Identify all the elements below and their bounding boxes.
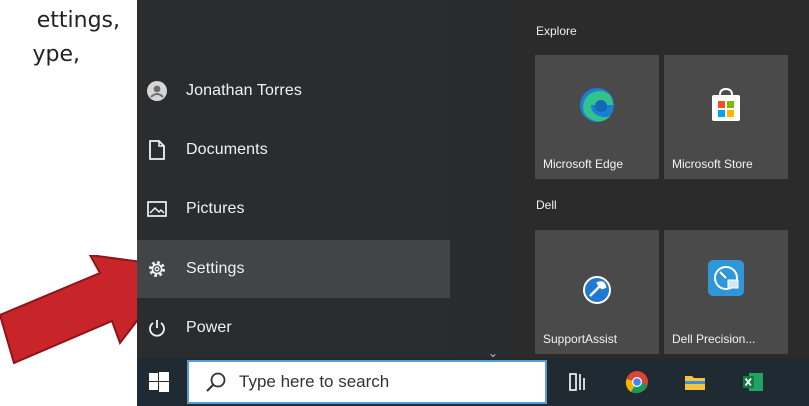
tile-label: Dell Precision... [672, 332, 756, 346]
menu-item-power[interactable]: Power [137, 299, 450, 357]
tile-dell-precision[interactable]: Dell Precision... [664, 230, 788, 354]
pictures-icon [146, 198, 168, 220]
menu-item-documents[interactable]: Documents [137, 121, 450, 179]
search-input[interactable] [237, 371, 541, 393]
user-avatar-icon [146, 80, 168, 102]
group-label-dell: Dell [536, 198, 557, 212]
start-menu: Jonathan Torres Documents Pictures Setti… [137, 0, 809, 406]
document-text: ettings, ype, [0, 0, 128, 72]
document-line-1: ettings, [36, 8, 120, 33]
windows-icon[interactable] [149, 372, 169, 392]
edge-icon [580, 88, 614, 122]
tile-label: Microsoft Store [672, 157, 753, 171]
menu-item-pictures[interactable]: Pictures [137, 180, 450, 238]
menu-item-label: Settings [186, 260, 245, 277]
start-left-pane: Jonathan Torres Documents Pictures Setti… [137, 0, 450, 358]
supportassist-icon [583, 276, 611, 304]
user-name: Jonathan Torres [186, 82, 302, 99]
chrome-icon[interactable] [625, 370, 649, 394]
taskbar [137, 358, 809, 406]
menu-item-label: Power [186, 319, 232, 336]
user-account-item[interactable]: Jonathan Torres [137, 62, 450, 120]
document-icon [146, 139, 168, 161]
menu-item-label: Pictures [186, 200, 245, 217]
tiles-area: Explore Microsoft Edge Microsoft Store D… [512, 0, 809, 358]
gear-icon [146, 258, 168, 280]
store-icon [712, 87, 740, 121]
menu-item-label: Documents [186, 141, 268, 158]
search-icon [206, 372, 226, 392]
excel-icon[interactable] [741, 370, 765, 394]
task-view-icon[interactable] [567, 370, 591, 394]
search-box[interactable] [187, 360, 547, 404]
tile-label: Microsoft Edge [543, 157, 624, 171]
dell-precision-icon [708, 260, 744, 296]
file-explorer-icon[interactable] [683, 370, 707, 394]
power-icon [146, 317, 168, 339]
group-label-explore: Explore [536, 24, 577, 38]
tile-microsoft-edge[interactable]: Microsoft Edge [535, 55, 659, 179]
tile-microsoft-store[interactable]: Microsoft Store [664, 55, 788, 179]
tile-supportassist[interactable]: SupportAssist [535, 230, 659, 354]
document-line-2: ype, [32, 42, 80, 67]
tile-label: SupportAssist [543, 332, 618, 346]
menu-item-settings[interactable]: Settings [137, 240, 450, 298]
